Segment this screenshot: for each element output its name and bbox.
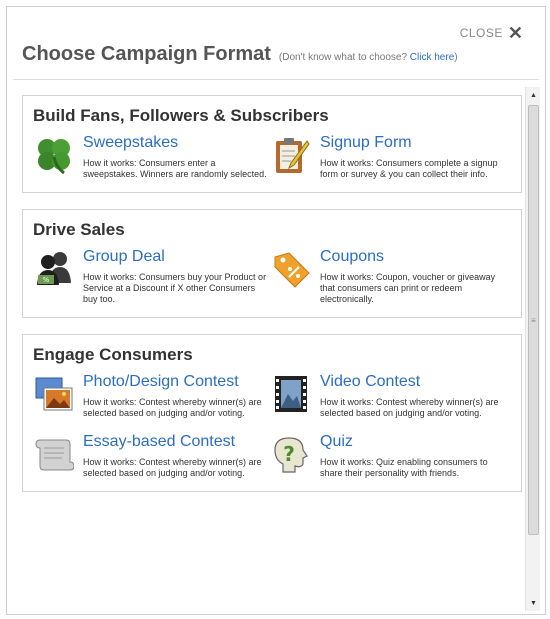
- svg-text:%: %: [43, 276, 50, 284]
- help-hint: (Don't know what to choose? Click here): [279, 52, 458, 63]
- format-signup-form[interactable]: Signup Form How it works: Consumers comp…: [270, 134, 507, 180]
- scrollbar-thumb[interactable]: ≡: [528, 105, 539, 535]
- close-button[interactable]: CLOSE ✕: [459, 23, 523, 43]
- modal-header: Choose Campaign Format (Don't know what …: [22, 43, 458, 66]
- format-name: Signup Form: [320, 134, 412, 151]
- format-essay-contest[interactable]: Essay-based Contest How it works: Contes…: [33, 433, 270, 479]
- group-discount-icon: %: [33, 248, 75, 290]
- vertical-scrollbar[interactable]: ▲ ≡ ▼: [525, 87, 540, 611]
- section-drive-sales: Drive Sales % Group Deal How it works: C…: [22, 209, 522, 318]
- format-name: Photo/Design Contest: [83, 373, 239, 390]
- campaign-format-modal: CLOSE ✕ Choose Campaign Format (Don't kn…: [6, 6, 546, 615]
- photo-icon: [33, 373, 75, 415]
- format-desc: How it works: Coupon, voucher or giveawa…: [320, 272, 496, 304]
- modal-title: Choose Campaign Format: [22, 43, 271, 65]
- format-group-deal[interactable]: % Group Deal How it works: Consumers buy…: [33, 248, 270, 305]
- format-desc: How it works: Contest whereby winner(s) …: [320, 397, 499, 418]
- grip-icon: ≡: [531, 315, 536, 325]
- format-desc: How it works: Quiz enabling consumers to…: [320, 457, 488, 478]
- hint-suffix: ): [454, 52, 458, 63]
- format-sweepstakes[interactable]: Sweepstakes How it works: Consumers ente…: [33, 134, 270, 180]
- format-photo-contest[interactable]: Photo/Design Contest How it works: Conte…: [33, 373, 270, 419]
- coupon-tag-icon: [270, 248, 312, 290]
- format-name: Sweepstakes: [83, 134, 179, 151]
- svg-text:?: ?: [283, 442, 295, 466]
- format-name: Quiz: [320, 433, 353, 450]
- close-label: CLOSE: [459, 26, 503, 40]
- format-list: Build Fans, Followers & Subscribers Swee…: [22, 95, 522, 613]
- format-quiz[interactable]: ? Quiz How it works: Quiz enabling consu…: [270, 433, 507, 479]
- format-desc: How it works: Contest whereby winner(s) …: [83, 397, 262, 418]
- format-video-contest[interactable]: Video Contest How it works: Contest wher…: [270, 373, 507, 419]
- scroll-icon: [33, 433, 75, 475]
- format-coupons[interactable]: Coupons How it works: Coupon, voucher or…: [270, 248, 507, 305]
- section-title: Drive Sales: [33, 220, 125, 239]
- format-name: Essay-based Contest: [83, 433, 236, 450]
- clover-icon: [33, 134, 75, 176]
- format-desc: How it works: Consumers complete a signu…: [320, 158, 498, 179]
- quiz-head-icon: ?: [270, 433, 312, 475]
- close-icon: ✕: [507, 23, 523, 43]
- section-title: Engage Consumers: [33, 345, 193, 364]
- format-desc: How it works: Consumers enter a sweepsta…: [83, 158, 267, 179]
- click-here-link[interactable]: Click here: [410, 52, 454, 63]
- section-build-fans: Build Fans, Followers & Subscribers Swee…: [22, 95, 522, 193]
- film-icon: [270, 373, 312, 415]
- format-name: Video Contest: [320, 373, 421, 390]
- format-desc: How it works: Contest whereby winner(s) …: [83, 457, 262, 478]
- scroll-up-arrow-icon[interactable]: ▲: [526, 87, 541, 103]
- header-divider: [13, 79, 539, 80]
- clipboard-pencil-icon: [270, 134, 312, 176]
- format-desc: How it works: Consumers buy your Product…: [83, 272, 267, 304]
- section-engage-consumers: Engage Consumers Photo/Design Contest Ho…: [22, 334, 522, 492]
- format-name: Group Deal: [83, 248, 165, 265]
- hint-prefix: (Don't know what to choose?: [278, 52, 408, 63]
- section-title: Build Fans, Followers & Subscribers: [33, 106, 329, 125]
- format-name: Coupons: [320, 248, 385, 265]
- scroll-down-arrow-icon[interactable]: ▼: [526, 595, 541, 611]
